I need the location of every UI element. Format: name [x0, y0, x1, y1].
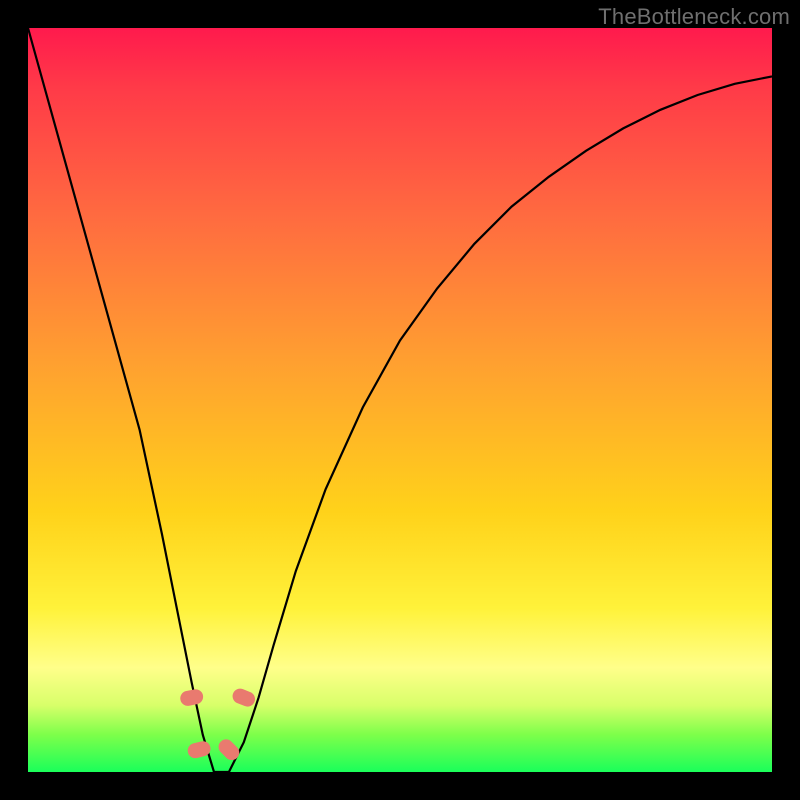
- curve-marker: [231, 687, 257, 708]
- watermark-text: TheBottleneck.com: [598, 4, 790, 30]
- curve-marker: [216, 737, 241, 762]
- curve-layer: [28, 28, 772, 772]
- plot-area: [28, 28, 772, 772]
- bottleneck-curve: [28, 28, 772, 772]
- curve-markers: [180, 687, 257, 762]
- curve-marker: [187, 740, 212, 759]
- curve-marker: [180, 689, 204, 707]
- chart-frame: TheBottleneck.com: [0, 0, 800, 800]
